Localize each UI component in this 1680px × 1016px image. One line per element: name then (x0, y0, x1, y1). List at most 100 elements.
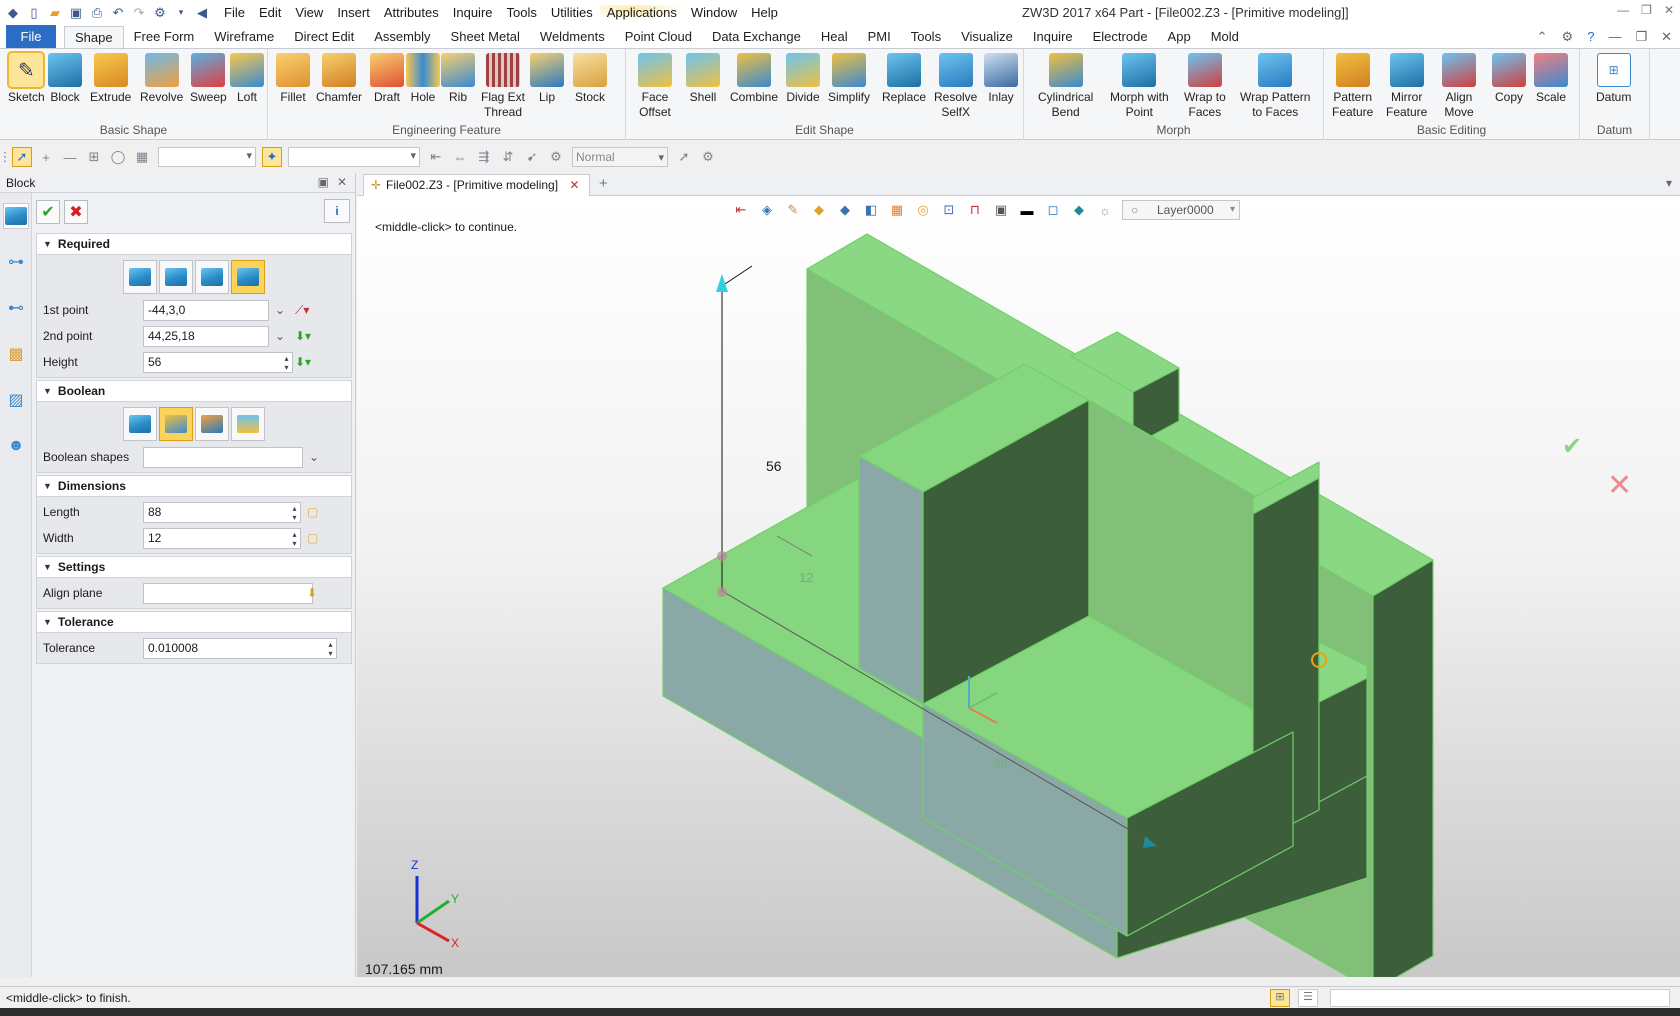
panel-close-icon[interactable]: ✕ (337, 175, 347, 189)
gear-small-icon[interactable]: ⚙ (698, 147, 718, 167)
morph-with-point-button[interactable]: Morph with Point (1110, 53, 1169, 120)
filter-grid-icon[interactable]: ⊞ (84, 147, 104, 167)
filter-combo[interactable] (158, 147, 256, 167)
replace-button[interactable]: Replace (882, 53, 926, 105)
pick-point-icon[interactable]: ⬇▾ (295, 329, 311, 343)
exit-view-icon[interactable]: ⇤ (732, 201, 750, 219)
viewport-ok-icon[interactable]: ✔ (1562, 432, 1582, 461)
status-toggle-icon[interactable]: ⊞ (1270, 989, 1290, 1007)
cylindrical-bend-button[interactable]: Cylindrical Bend (1038, 53, 1093, 120)
snap-icon[interactable]: ➹ (522, 147, 542, 167)
datum-button[interactable]: ⊞ Datum (1596, 53, 1631, 105)
file-tab[interactable]: File (6, 25, 56, 48)
history-tree-icon[interactable]: ⊶ (3, 249, 29, 275)
render-cube-icon[interactable]: ▦ (888, 201, 906, 219)
pick-line-icon[interactable]: ⟋▾ (295, 303, 309, 318)
tab-visualize[interactable]: Visualize (951, 26, 1023, 48)
section-header-tolerance[interactable]: ▼ Tolerance (36, 611, 352, 633)
expand-chevron-icon[interactable]: ⌄ (275, 303, 285, 317)
menu-attributes[interactable]: Attributes (377, 5, 446, 20)
draft-button[interactable]: Draft (370, 53, 404, 105)
zoom-window-icon[interactable]: ⊡ (940, 201, 958, 219)
cancel-button[interactable]: ✖ (64, 200, 88, 224)
tab-app[interactable]: App (1158, 26, 1201, 48)
copy-button[interactable]: Copy (1492, 53, 1526, 105)
extrude-button[interactable]: Extrude (90, 53, 131, 105)
circle-select-icon[interactable]: ◯ (108, 147, 128, 167)
menu-view[interactable]: View (288, 5, 330, 20)
subtract-icon[interactable]: — (60, 147, 80, 167)
minimize-icon[interactable]: — (1617, 3, 1629, 17)
menu-inquire[interactable]: Inquire (446, 5, 500, 20)
distribute-icon[interactable]: ⇶ (474, 147, 494, 167)
display-style-icon[interactable]: ▣ (992, 201, 1010, 219)
layer-dropdown[interactable]: Layer0000 (1122, 200, 1240, 220)
boolean-base-icon[interactable] (123, 407, 157, 441)
pattern-feature-button[interactable]: Pattern Feature (1332, 53, 1373, 120)
height-dim-label[interactable]: 56 (766, 458, 782, 474)
first-point-field[interactable]: -44,3,0 (143, 299, 269, 321)
cursor-icon[interactable]: ➚ (674, 147, 694, 167)
tab-free-form[interactable]: Free Form (124, 26, 205, 48)
length-dim-label[interactable]: 88 (993, 756, 1007, 771)
help-icon[interactable]: ? (1587, 29, 1594, 45)
tolerance-field[interactable]: 0.010008 (143, 637, 337, 659)
doc-close-icon[interactable]: ✕ (1661, 29, 1672, 45)
menu-tools[interactable]: Tools (500, 5, 544, 20)
boolean-shapes-field[interactable] (143, 446, 303, 468)
tab-electrode[interactable]: Electrode (1083, 26, 1158, 48)
back-arrow-icon[interactable]: ◀ (193, 4, 211, 22)
align-left-icon[interactable]: ⇤ (426, 147, 446, 167)
close-icon[interactable]: ✕ (1664, 3, 1674, 17)
tab-inquire[interactable]: Inquire (1023, 26, 1083, 48)
stock-button[interactable]: Stock (573, 53, 607, 105)
tab-mold[interactable]: Mold (1201, 26, 1249, 48)
boolean-add-icon[interactable] (159, 407, 193, 441)
divide-button[interactable]: Divide (786, 53, 820, 105)
expand-chevron-icon[interactable]: ⌄ (309, 450, 319, 464)
tab-wireframe[interactable]: Wireframe (204, 26, 284, 48)
menu-utilities[interactable]: Utilities (544, 5, 600, 20)
view-cube-icon[interactable]: ◆ (810, 201, 828, 219)
menu-file[interactable]: File (217, 5, 252, 20)
tab-direct-edit[interactable]: Direct Edit (284, 26, 364, 48)
image-view-icon[interactable]: ▨ (3, 387, 29, 413)
sketch-button[interactable]: ✎ Sketch (7, 51, 46, 105)
menu-help[interactable]: Help (744, 5, 785, 20)
sweep-button[interactable]: Sweep (190, 53, 227, 105)
shading-mode-icon[interactable]: ◧ (862, 201, 880, 219)
tab-list-dropdown-icon[interactable]: ▾ (1666, 176, 1672, 190)
tab-data-exchange[interactable]: Data Exchange (702, 26, 811, 48)
view-iso-icon[interactable]: ◆ (836, 201, 854, 219)
menu-insert[interactable]: Insert (330, 5, 377, 20)
menu-window[interactable]: Window (684, 5, 744, 20)
panel-float-icon[interactable]: ▣ (318, 175, 329, 189)
mode-combo[interactable]: Normal (572, 147, 668, 167)
section-header-boolean[interactable]: ▼ Boolean (36, 380, 352, 402)
tab-heal[interactable]: Heal (811, 26, 858, 48)
pick-height-icon[interactable]: ⬇▾ (295, 355, 311, 369)
hole-button[interactable]: Hole (406, 53, 440, 105)
tab-weldments[interactable]: Weldments (530, 26, 615, 48)
chamfer-button[interactable]: Chamfer (316, 53, 362, 105)
boolean-remove-icon[interactable] (195, 407, 229, 441)
ok-button[interactable]: ✔ (36, 200, 60, 224)
lock-icon[interactable]: ▢ (307, 531, 318, 545)
new-file-icon[interactable]: ▯ (25, 4, 43, 22)
length-field[interactable]: 88 (143, 501, 301, 523)
info-icon[interactable]: i (324, 199, 350, 223)
redo-icon[interactable]: ↷ (130, 4, 148, 22)
dropdown-arrow-icon[interactable]: ▾ (172, 4, 190, 22)
block-type-edge-icon[interactable] (195, 260, 229, 294)
block-type-center-icon[interactable] (123, 260, 157, 294)
zoom-fit-icon[interactable]: ◎ (914, 201, 932, 219)
undo-icon[interactable]: ↶ (109, 4, 127, 22)
align-center-icon[interactable]: ⇔ (450, 147, 470, 167)
block-button[interactable]: Block (48, 53, 82, 105)
resolve-selfx-button[interactable]: Resolve SelfX (934, 53, 977, 120)
doc-minimize-icon[interactable]: — (1608, 29, 1621, 45)
assembly-tree-icon[interactable]: ⊷ (3, 295, 29, 321)
pick-mode-icon[interactable]: ✦ (262, 147, 282, 167)
inlay-button[interactable]: Inlay (984, 53, 1018, 105)
gear-options-icon[interactable]: ⚙ (151, 4, 169, 22)
